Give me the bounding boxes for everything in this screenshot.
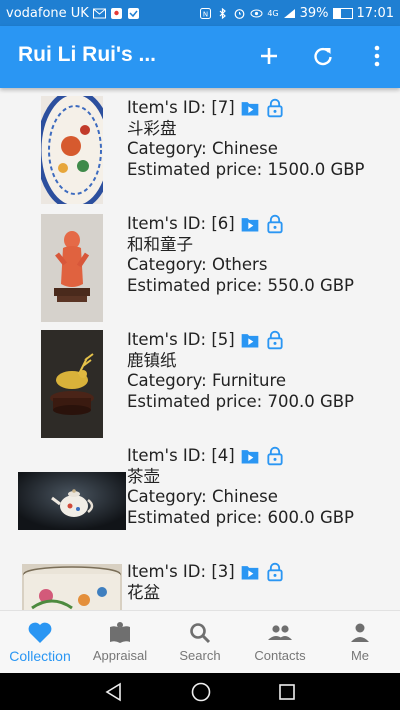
battery-icon: [332, 7, 353, 19]
item-id: Item's ID: [3]: [127, 562, 235, 581]
item-category: Category: Others: [127, 255, 268, 274]
flowerpot-image: [22, 564, 122, 610]
bluetooth-icon: [219, 7, 227, 19]
heart-icon: [28, 622, 52, 643]
item-name: 和和童子: [127, 234, 193, 254]
mail-icon: [92, 8, 106, 18]
item-name: 斗彩盘: [127, 118, 177, 138]
system-navigation-bar: [0, 673, 400, 710]
nav-appraisal[interactable]: Appraisal: [80, 611, 160, 674]
item-info: Item's ID: [7] 斗彩盘 Category: Chinese Est…: [127, 98, 365, 180]
bottom-navigation: Collection Appraisal Search Contacts Me: [0, 610, 400, 674]
recents-icon[interactable]: [277, 682, 297, 702]
list-item[interactable]: Item's ID: [5] 鹿镇纸 Category: Furniture E…: [0, 320, 400, 438]
item-id: Item's ID: [6]: [127, 214, 235, 233]
lock-icon[interactable]: [265, 330, 285, 350]
deer-paperweight-image: [41, 330, 103, 438]
back-icon[interactable]: [103, 682, 125, 702]
item-thumbnail[interactable]: [41, 96, 103, 204]
alarm-icon: [234, 8, 245, 19]
coral-figure-image: [41, 214, 103, 322]
item-id: Item's ID: [4]: [127, 446, 235, 465]
lock-icon[interactable]: [265, 98, 285, 118]
video-folder-icon[interactable]: [240, 98, 260, 118]
notification-icon: [127, 7, 139, 19]
maps-icon: [110, 7, 122, 19]
item-info: Item's ID: [6] 和和童子 Category: Others Est…: [127, 214, 354, 296]
video-folder-icon[interactable]: [240, 330, 260, 350]
item-category: Category: Furniture: [127, 371, 287, 390]
nav-label: Appraisal: [92, 648, 148, 663]
app-title: Rui Li Rui's ...: [18, 43, 156, 66]
contacts-icon: [268, 625, 292, 640]
nfc-icon: N: [200, 7, 212, 19]
video-folder-icon[interactable]: [240, 214, 260, 234]
nav-label: Search: [179, 648, 221, 663]
item-thumbnail[interactable]: [41, 214, 103, 322]
carrier-name: vodafone UK: [6, 5, 89, 21]
item-category: Category: Chinese: [127, 487, 278, 506]
item-name: 茶壶: [127, 466, 160, 486]
plate-image: [41, 96, 103, 204]
item-price: Estimated price: 600.0 GBP: [127, 507, 355, 527]
lock-icon[interactable]: [265, 562, 285, 582]
svg-text:N: N: [203, 10, 208, 18]
refresh-icon: [314, 47, 332, 66]
item-thumbnail[interactable]: [41, 330, 103, 438]
lock-icon[interactable]: [265, 214, 285, 234]
person-icon: [351, 623, 369, 642]
item-info: Item's ID: [3] 花盆: [127, 562, 285, 603]
list-item[interactable]: Item's ID: [7] 斗彩盘 Category: Chinese Est…: [0, 88, 400, 204]
item-price: Estimated price: 1500.0 GBP: [127, 159, 365, 179]
list-item[interactable]: Item's ID: [6] 和和童子 Category: Others Est…: [0, 204, 400, 322]
list-item[interactable]: Item's ID: [3] 花盆: [0, 552, 400, 610]
nav-contacts[interactable]: Contacts: [240, 611, 320, 674]
home-icon[interactable]: [190, 681, 212, 703]
signal-icon: [283, 8, 295, 18]
list-item[interactable]: Item's ID: [4] 茶壶 Category: Chinese Esti…: [0, 436, 400, 552]
video-folder-icon[interactable]: [240, 562, 260, 582]
nav-me[interactable]: Me: [320, 611, 400, 674]
battery-percent: 39%: [299, 5, 329, 21]
add-button[interactable]: [254, 41, 284, 71]
refresh-button[interactable]: [308, 41, 338, 71]
add-icon: [261, 48, 277, 64]
item-id: Item's ID: [5]: [127, 330, 235, 349]
app-bar: Rui Li Rui's ...: [0, 26, 400, 88]
item-price: Estimated price: 550.0 GBP: [127, 275, 355, 295]
status-bar: vodafone UK N 4G 39% 17:01: [0, 0, 400, 26]
item-name: 鹿镇纸: [127, 350, 177, 370]
video-folder-icon[interactable]: [240, 446, 260, 466]
item-info: Item's ID: [4] 茶壶 Category: Chinese Esti…: [127, 446, 354, 528]
more-options-button[interactable]: [362, 41, 392, 71]
search-icon: [190, 623, 211, 644]
item-category: Category: Chinese: [127, 139, 278, 158]
network-type: 4G: [267, 8, 279, 18]
item-price: Estimated price: 700.0 GBP: [127, 391, 355, 411]
item-thumbnail[interactable]: [18, 472, 126, 530]
nav-label: Me: [350, 648, 370, 663]
item-name: 花盆: [127, 582, 160, 602]
teapot-image: [18, 472, 126, 530]
nav-collection[interactable]: Collection: [0, 611, 80, 674]
item-thumbnail[interactable]: [22, 564, 122, 610]
more-vert-icon: [374, 45, 380, 67]
nav-label: Contacts: [254, 648, 306, 663]
lock-icon[interactable]: [265, 446, 285, 466]
nav-label: Collection: [9, 648, 71, 664]
nav-search[interactable]: Search: [160, 611, 240, 674]
clock: 17:01: [356, 5, 394, 21]
item-info: Item's ID: [5] 鹿镇纸 Category: Furniture E…: [127, 330, 354, 412]
book-icon: [110, 622, 130, 643]
item-id: Item's ID: [7]: [127, 98, 235, 117]
eye-comfort-icon: [250, 9, 263, 17]
collection-list[interactable]: Item's ID: [7] 斗彩盘 Category: Chinese Est…: [0, 88, 400, 610]
